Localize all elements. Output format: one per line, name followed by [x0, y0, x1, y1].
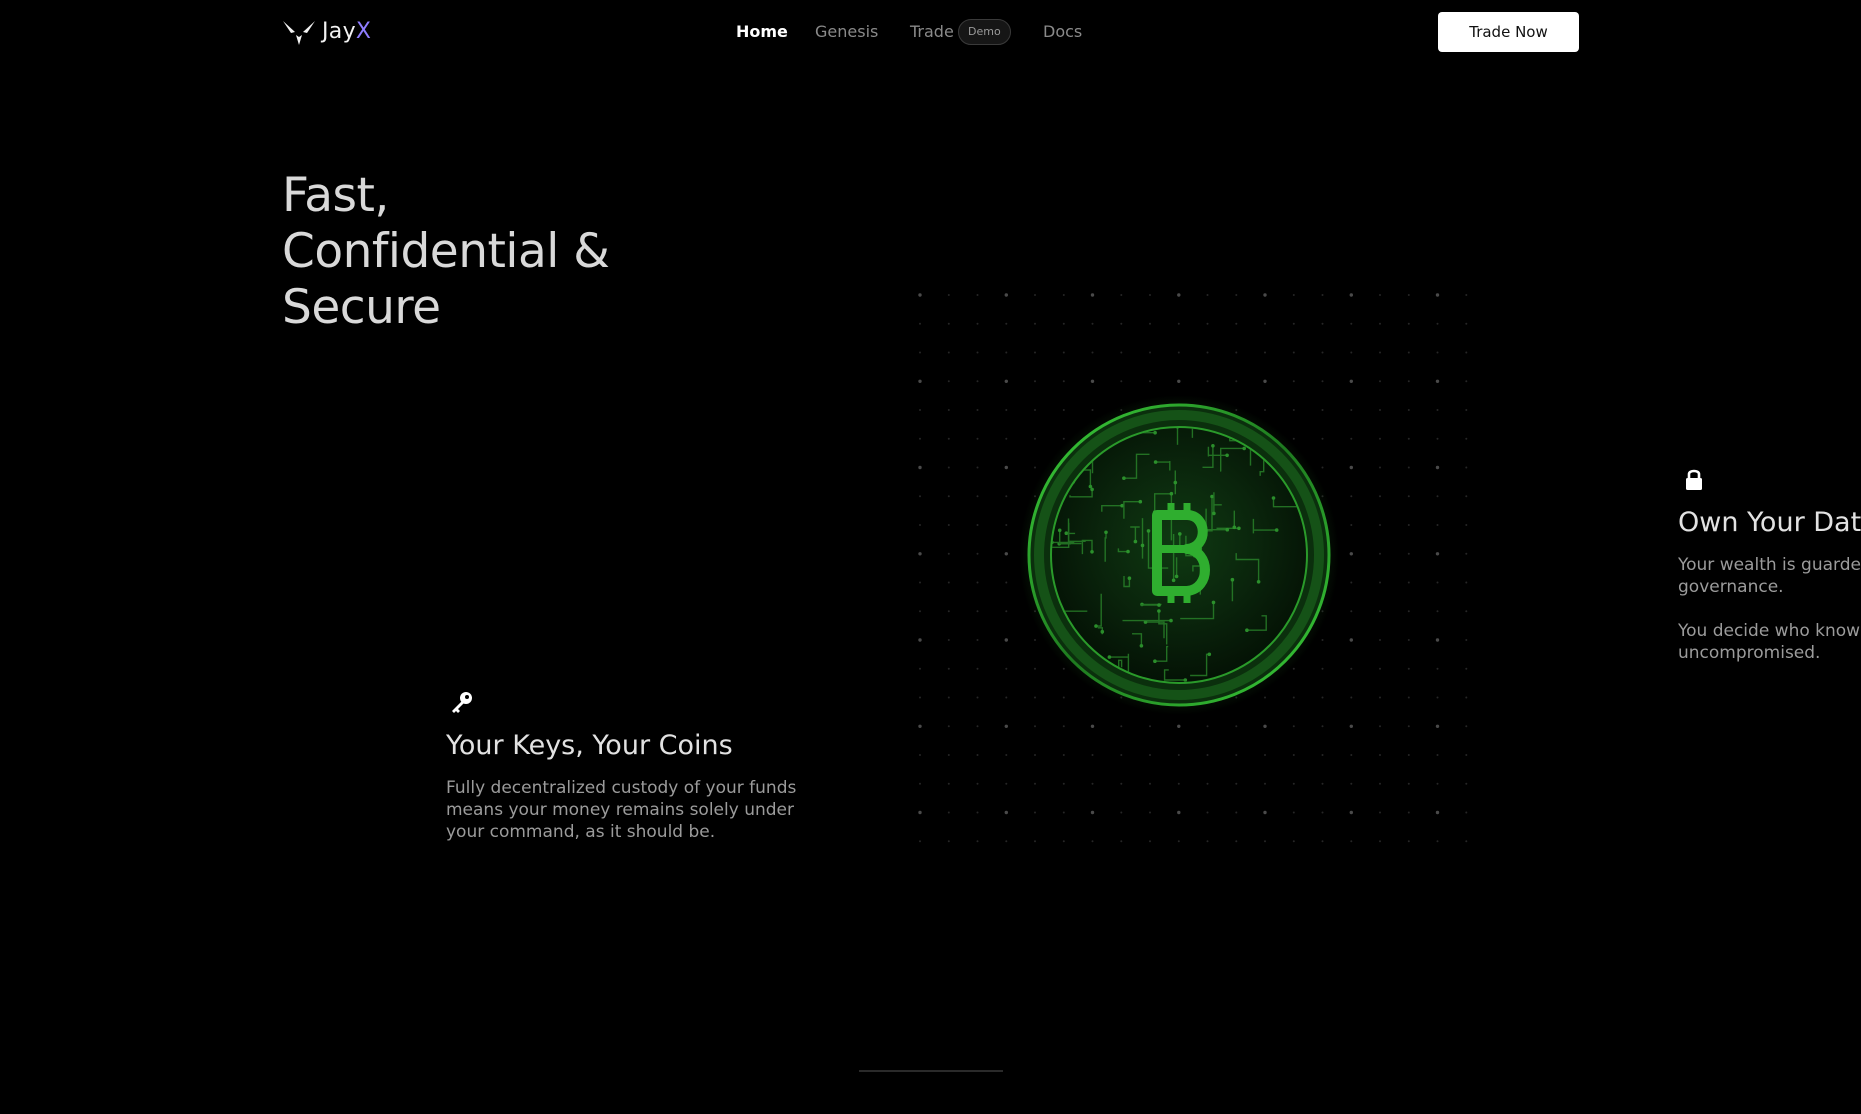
nav-link-docs[interactable]: Docs	[1043, 22, 1082, 42]
logo-text: JayX	[322, 21, 371, 43]
hero-title-line-3: Secure	[282, 280, 441, 335]
nav-link-genesis[interactable]: Genesis	[815, 22, 878, 42]
nav-link-trade[interactable]: Trade	[910, 22, 954, 42]
carousel-progress-track	[859, 1070, 1003, 1072]
nav-link-home[interactable]: Home	[736, 22, 788, 42]
key-icon	[452, 692, 472, 713]
logo-wings-icon	[283, 21, 315, 45]
logo-text-main: Jay	[322, 19, 356, 44]
lock-icon	[1686, 469, 1702, 490]
bitcoin-symbol-icon	[1152, 503, 1210, 603]
hero-title-line-2: Confidential &	[282, 224, 610, 279]
hero-title-line-1: Fast,	[282, 168, 389, 223]
hero-title: Fast, Confidential & Secure	[282, 168, 610, 336]
landing-page: JayX Home Genesis Trade Demo Docs Trade …	[0, 0, 1861, 1114]
feature-keys-text: Fully decentralized custody of your fund…	[446, 778, 797, 842]
logo-text-accent: X	[355, 19, 372, 44]
feature-keys-title: Your Keys, Your Coins	[446, 730, 733, 761]
feature-data-text-1: Your wealth is guarded by unbreakable pr…	[1678, 555, 1861, 597]
bitcoin-coin-graphic	[1019, 395, 1339, 715]
feature-data-title: Own Your Data	[1678, 507, 1861, 538]
demo-badge: Demo	[958, 19, 1011, 45]
jayx-logo[interactable]: JayX	[282, 14, 371, 50]
trade-now-button[interactable]: Trade Now	[1438, 12, 1579, 52]
feature-data-text-2: You decide who knows what: total autonom…	[1678, 621, 1861, 663]
